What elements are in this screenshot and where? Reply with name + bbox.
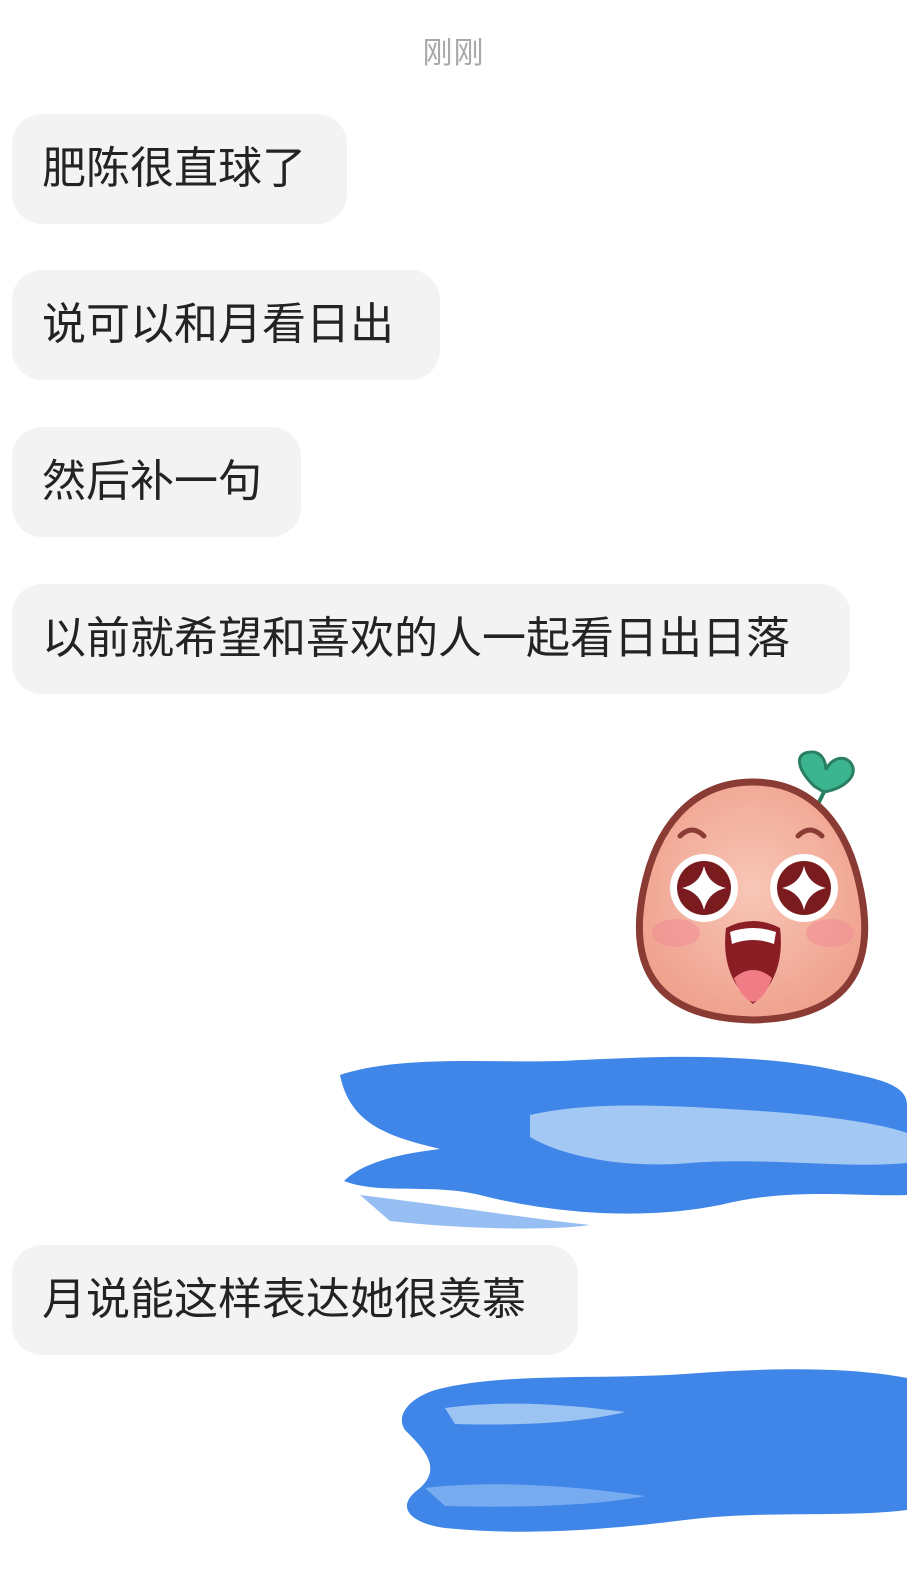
star-eyes-peach-face-icon[interactable] [618,748,888,1033]
message-bubble[interactable]: 月说能这样表达她很羡慕 [12,1245,578,1355]
message-bubble[interactable]: 肥陈很直球了 [12,114,347,224]
message-bubble[interactable]: 然后补一句 [12,427,301,537]
redaction-scribble [340,1056,907,1229]
message-bubble[interactable]: 说可以和月看日出 [12,270,440,380]
chat-screen: 刚刚 肥陈很直球了 说可以和月看日出 然后补一句 以前就希望和喜欢的人一起看日出… [0,0,907,1571]
redaction-scribble [401,1369,907,1532]
timestamp: 刚刚 [422,36,485,71]
message-bubble[interactable]: 以前就希望和喜欢的人一起看日出日落 [12,584,850,694]
